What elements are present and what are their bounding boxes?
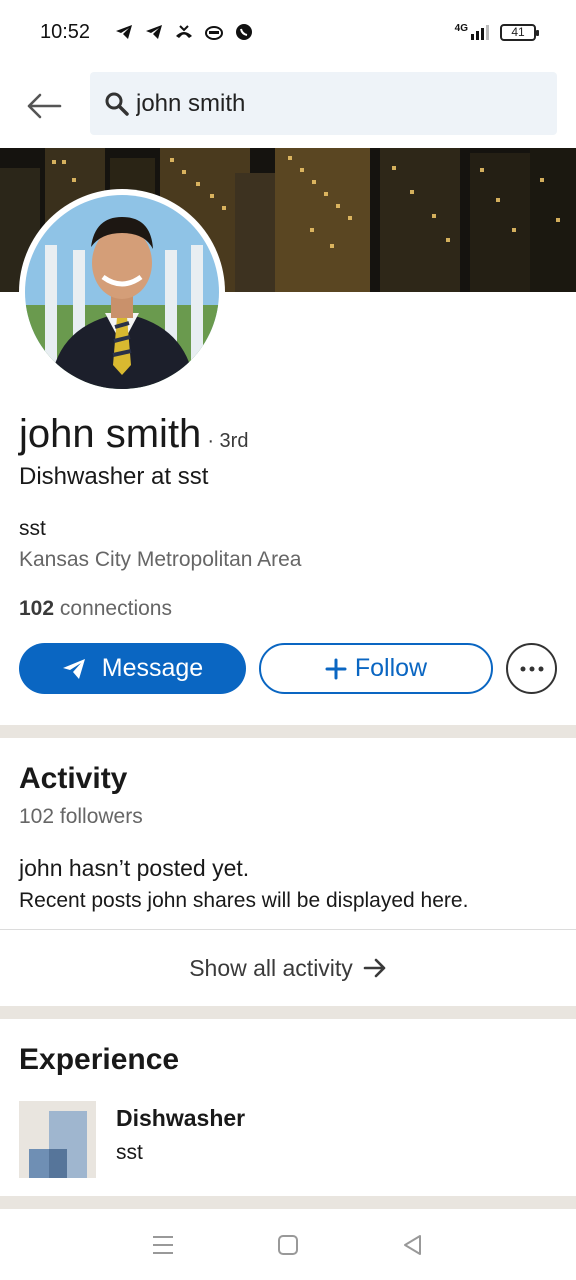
more-button[interactable] (506, 643, 557, 694)
connections-number: 102 (19, 597, 55, 620)
back-triangle-icon (404, 1235, 422, 1255)
status-right: 4G 41 (455, 23, 539, 41)
missed-call-icon (174, 22, 194, 42)
back-button[interactable] (24, 86, 64, 126)
avatar[interactable] (19, 189, 225, 395)
activity-title: Activity (19, 762, 128, 795)
battery-icon: 41 (500, 23, 539, 41)
experience-title: Experience (19, 1043, 180, 1076)
experience-role[interactable]: Dishwasher (116, 1105, 245, 1132)
telegram-icon (144, 22, 164, 42)
battery-level: 41 (511, 25, 525, 39)
connections-label: connections (59, 597, 172, 620)
telegram-icon (114, 22, 134, 42)
message-label: Message (101, 654, 204, 682)
whatsapp-icon (234, 22, 254, 42)
no-posts-title: john hasn’t posted yet. (19, 855, 250, 881)
status-left: 10:52 (40, 21, 254, 44)
search-header (0, 64, 576, 146)
connections-count[interactable]: 102 connections (19, 597, 172, 621)
signal-icon: 4G (455, 24, 490, 40)
message-button[interactable]: Message (19, 643, 246, 694)
status-time: 10:52 (40, 20, 91, 43)
follow-button[interactable]: Follow (259, 643, 493, 694)
system-back-button[interactable] (398, 1230, 428, 1260)
followers-count: 102 followers (19, 805, 143, 828)
company-logo[interactable] (19, 1101, 96, 1178)
plus-icon (325, 658, 347, 679)
profile-location: Kansas City Metropolitan Area (19, 548, 302, 571)
more-horizontal-icon (520, 666, 543, 671)
home-button[interactable] (273, 1230, 303, 1260)
arrow-right-icon (363, 958, 386, 978)
search-box[interactable] (90, 72, 557, 135)
experience-company: sst (116, 1141, 143, 1164)
section-divider (0, 1006, 576, 1019)
search-icon (105, 92, 129, 116)
incognito-icon (204, 22, 224, 42)
connection-degree: · 3rd (207, 430, 249, 452)
network-label: 4G (454, 23, 468, 34)
menu-icon (152, 1236, 173, 1254)
section-divider (0, 725, 576, 738)
show-all-activity-label: Show all activity (189, 954, 353, 981)
profile-company[interactable]: sst (19, 517, 46, 541)
status-bar: 10:52 4G 41 (0, 0, 576, 64)
show-all-activity-button[interactable]: Show all activity (0, 930, 576, 1006)
menu-button[interactable] (148, 1230, 178, 1260)
home-square-icon (277, 1235, 298, 1255)
profile-headline: Dishwasher at sst (19, 463, 209, 490)
search-input[interactable] (136, 89, 536, 118)
follow-label: Follow (354, 654, 428, 682)
section-divider (0, 1196, 576, 1209)
profile-name: john smith (19, 412, 202, 456)
profile-name-row: john smith · 3rd (19, 412, 248, 457)
arrow-left-icon (27, 93, 62, 119)
system-nav-bar (0, 1210, 576, 1280)
send-icon (62, 658, 85, 679)
no-posts-subtitle: Recent posts john shares will be display… (19, 889, 469, 912)
